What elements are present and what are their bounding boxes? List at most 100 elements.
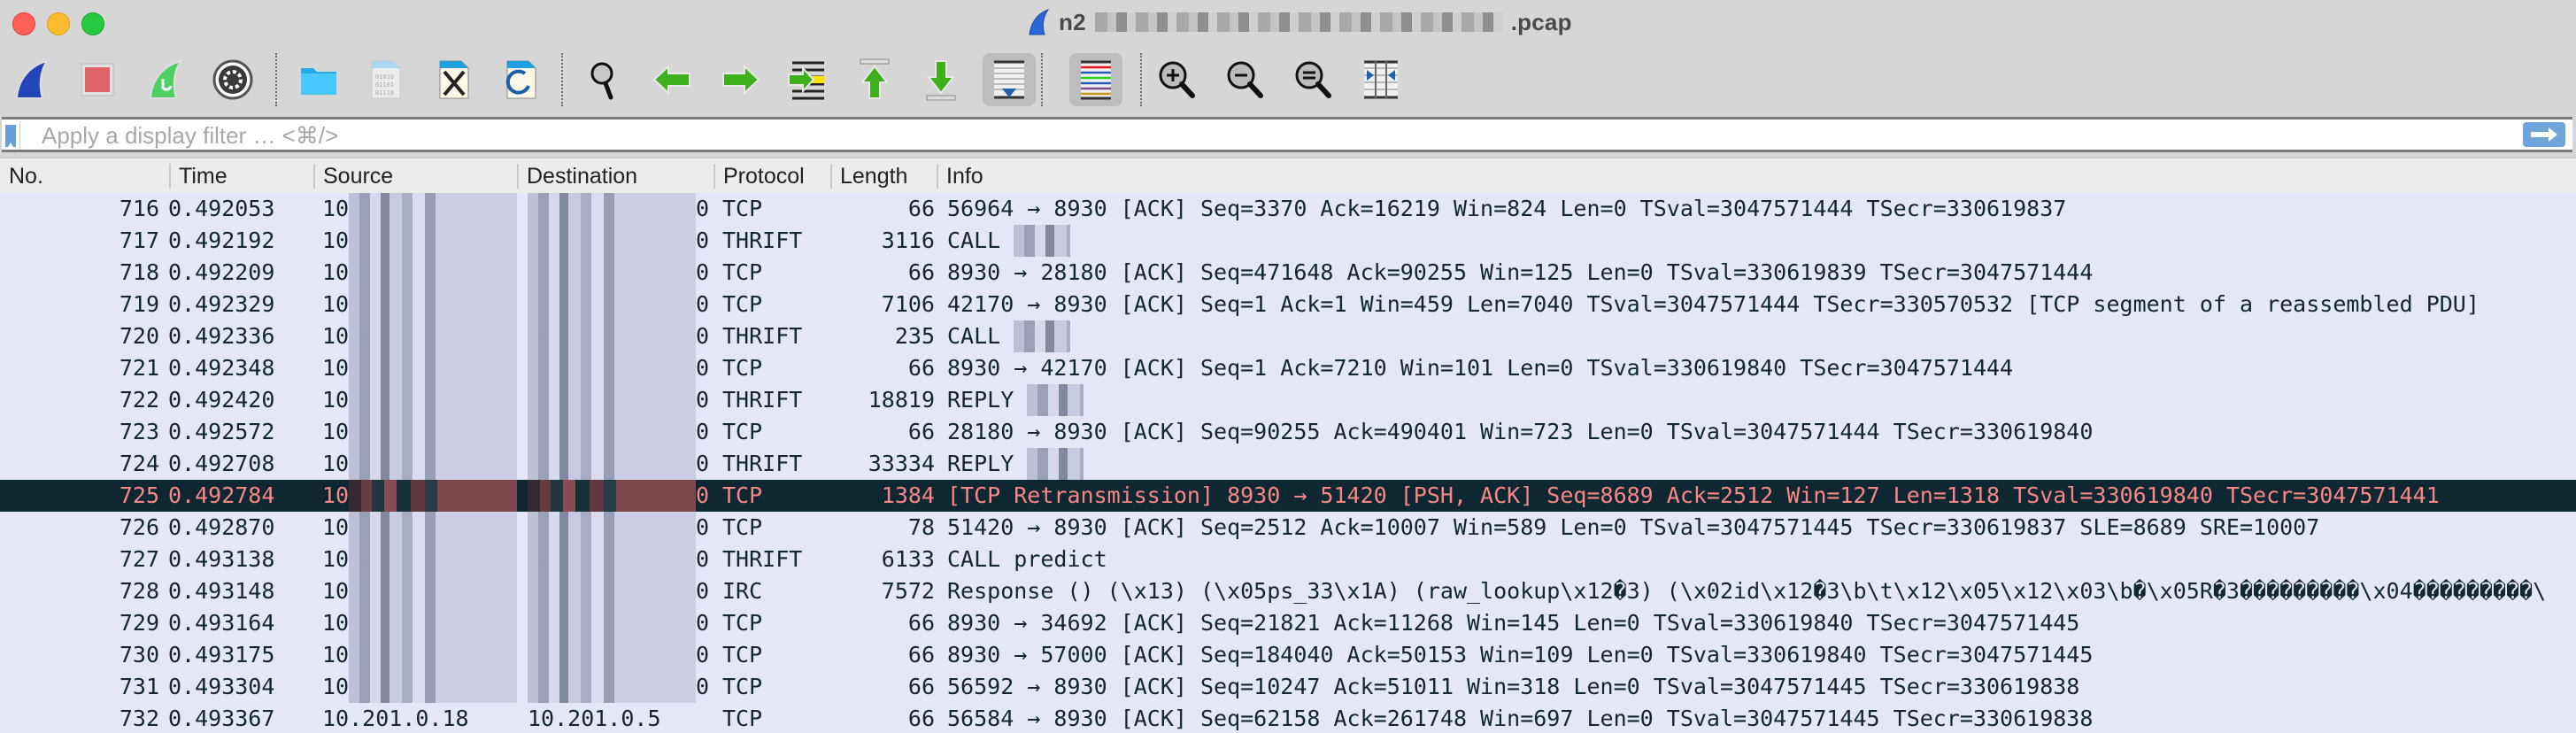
packet-row[interactable]: 717 0.492192 10 0.5 THRIFT 3116 CALL [0,225,2576,257]
display-filter-input[interactable] [19,121,2540,150]
packet-source: 10 [322,671,517,703]
auto-scroll-button[interactable] [983,53,1036,106]
packet-protocol: TCP [722,196,763,221]
minimize-window-button[interactable] [47,12,70,35]
packet-row[interactable]: 730 0.493175 10 0.18 TCP 66 8930 → 57000… [0,639,2576,671]
packet-number: 732 [119,706,159,731]
close-file-button[interactable] [427,53,480,106]
packet-row[interactable]: 726 0.492870 10 0.5 TCP 78 51420 → 8930 … [0,512,2576,544]
packet-protocol: TCP [722,642,763,667]
packet-destination: 0.5 [528,512,713,544]
packet-row[interactable]: 724 0.492708 10 0.18 THRIFT 33334 REPLY [0,448,2576,480]
packet-source: 10 [322,607,517,639]
redacted-address [528,607,696,639]
packet-length: 78 [907,514,935,540]
stop-capture-button[interactable] [71,53,124,106]
redacted-address [528,384,696,416]
packet-list[interactable]: 716 0.492053 10 0.5 TCP 66 56964 → 8930 … [0,193,2576,733]
reload-icon [505,60,536,99]
redacted-method [1027,448,1084,480]
packet-info: 8930 → 34692 [ACK] Seq=21821 Ack=11268 W… [947,610,2080,636]
packet-time: 0.493367 [168,706,275,731]
packet-destination: 0.5 [528,193,713,225]
capture-options-button[interactable] [206,53,259,106]
packet-number: 716 [119,196,159,221]
go-to-packet-button[interactable] [781,53,834,106]
packet-time: 0.492053 [168,196,275,221]
autoscroll-icon [994,60,1024,99]
packet-source: 10 [322,320,517,352]
redacted-address [528,289,696,320]
packet-row[interactable]: 716 0.492053 10 0.5 TCP 66 56964 → 8930 … [0,193,2576,225]
packet-length: 66 [907,355,935,381]
redacted-address [528,225,696,257]
save-file-button[interactable]: 01010 01101 01110 [359,53,412,106]
redacted-address [349,480,517,512]
column-header-source[interactable]: Source [314,158,517,194]
column-header-info[interactable]: Info [937,158,2576,194]
redacted-address [349,575,517,607]
restart-capture-button[interactable] [139,53,192,106]
zoom-window-button[interactable] [81,12,104,35]
packet-row[interactable]: 728 0.493148 10 0.5 IRC 7572 Response ()… [0,575,2576,607]
packet-protocol: TCP [722,674,763,699]
packet-row[interactable]: 718 0.492209 10 0.18 TCP 66 8930 → 28180… [0,257,2576,289]
go-forward-button[interactable] [713,53,767,106]
packet-time: 0.492192 [168,228,275,253]
wireshark-fin-icon [1029,9,1050,35]
reload-file-button[interactable] [494,53,547,106]
gear-icon [212,59,253,100]
packet-info: REPLY [947,384,2576,416]
column-header-time[interactable]: Time [170,158,313,194]
redacted-address [349,289,517,320]
packet-length: 33334 [868,451,935,476]
packet-number: 731 [119,674,159,699]
apply-filter-button[interactable] [2523,122,2565,147]
packet-row[interactable]: 729 0.493164 10 0.18 TCP 66 8930 → 34692… [0,607,2576,639]
colorize-button[interactable] [1069,53,1122,106]
column-header-protocol[interactable]: Protocol [714,158,830,194]
packet-info: 56592 → 8930 [ACK] Seq=10247 Ack=51011 W… [947,674,2080,699]
packet-number: 724 [119,451,159,476]
packet-destination: 0.5 [528,416,713,448]
packet-source: 10 [322,480,517,512]
packet-row[interactable]: 731 0.493304 10 0.5 TCP 66 56592 → 8930 … [0,671,2576,703]
toolbar-separator [275,53,277,106]
zoom-in-button[interactable] [1151,53,1204,106]
column-header-no[interactable]: No. [0,158,168,194]
redacted-address [349,352,517,384]
packet-row[interactable]: 723 0.492572 10 0.5 TCP 66 28180 → 8930 … [0,416,2576,448]
packet-time: 0.493138 [168,546,275,572]
packet-length: 7106 [881,291,935,317]
main-toolbar: 01010 01101 01110 [0,44,2576,113]
packet-row[interactable]: 719 0.492329 10 0.5 TCP 7106 42170 → 893… [0,289,2576,320]
svg-text:01110: 01110 [375,89,394,96]
svg-text:01101: 01101 [375,81,394,89]
packet-row[interactable]: 732 0.493367 10.201.0.18 10.201.0.5 TCP … [0,703,2576,733]
packet-source: 10 [322,512,517,544]
close-window-button[interactable] [12,12,35,35]
packet-length: 66 [907,674,935,699]
zoom-out-button[interactable] [1219,53,1272,106]
resize-columns-button[interactable] [1354,53,1408,106]
packet-row-selected[interactable]: 725 0.492784 10 0.18 TCP 1384 [TCP Retra… [0,480,2576,512]
packet-row[interactable]: 727 0.493138 10 0.5 THRIFT 6133 CALL pre… [0,544,2576,575]
packet-destination: 0.5 [528,289,713,320]
go-back-button[interactable] [646,53,699,106]
packet-row[interactable]: 720 0.492336 10 0.5 THRIFT 235 CALL [0,320,2576,352]
normal-size-button[interactable] [1287,53,1340,106]
find-packet-button[interactable] [578,53,631,106]
packet-number: 717 [119,228,159,253]
column-header-length[interactable]: Length [831,158,937,194]
first-packet-button[interactable] [848,53,901,106]
open-file-button[interactable] [292,53,345,106]
start-capture-button[interactable] [5,53,58,106]
packet-time: 0.492870 [168,514,275,540]
packet-number: 725 [119,482,159,508]
packet-row[interactable]: 722 0.492420 10 0.18 THRIFT 18819 REPLY [0,384,2576,416]
last-packet-button[interactable] [914,53,968,106]
packet-protocol: THRIFT [722,387,803,413]
filter-bookmark-icon[interactable] [5,125,16,147]
column-header-destination[interactable]: Destination [518,158,713,194]
packet-row[interactable]: 721 0.492348 10 0.18 TCP 66 8930 → 42170… [0,352,2576,384]
